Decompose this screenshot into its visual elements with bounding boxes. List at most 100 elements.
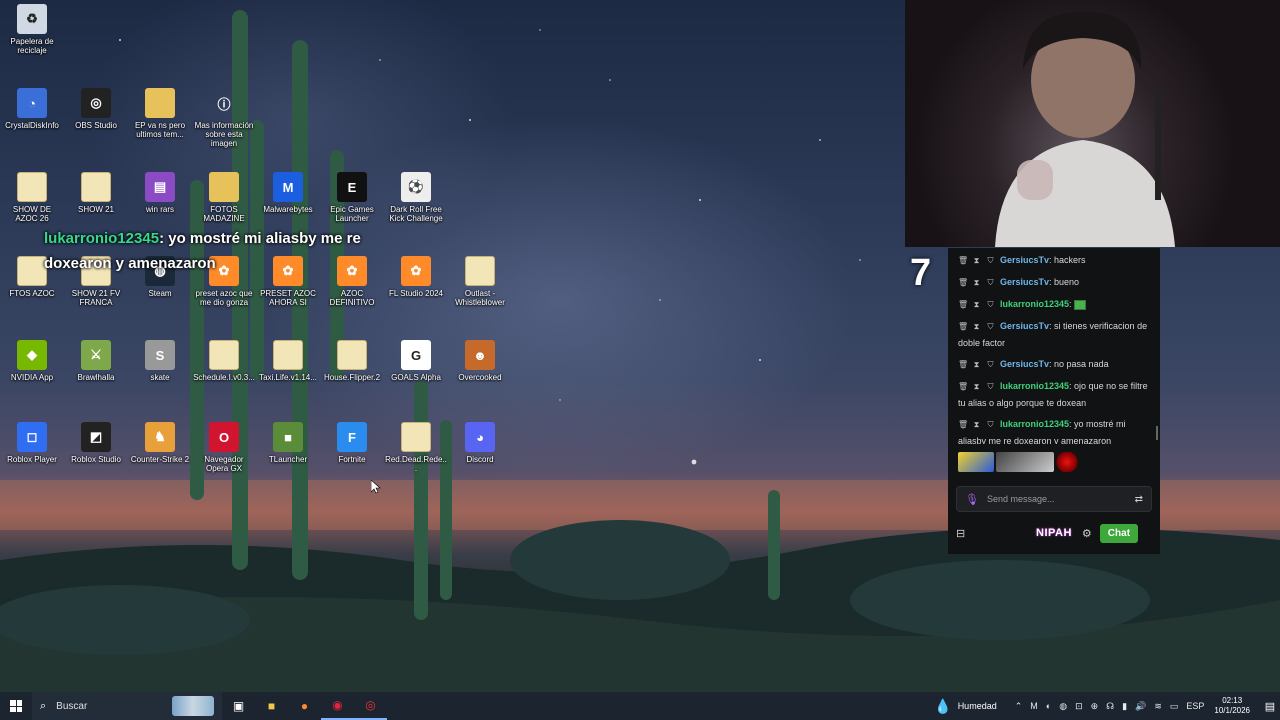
chat-username[interactable]: lukarronio12345: [1000, 299, 1069, 309]
taskbar-obs[interactable]: ◎: [354, 692, 387, 720]
desktop-icon[interactable]: House.Flipper.2: [321, 340, 383, 382]
moderation-icons[interactable]: 🗑 ⧗ ⛉: [958, 299, 1000, 309]
chat-input[interactable]: 🎙 Send message... ⇄: [956, 486, 1152, 512]
desktop-icon[interactable]: ⓘ Mas información sobre esta imagen: [193, 88, 255, 149]
gift-icon[interactable]: ⊟: [956, 527, 974, 540]
delete-icon[interactable]: 🗑: [958, 297, 968, 313]
desktop-icon[interactable]: ■ TLauncher: [257, 422, 319, 464]
headset-icon[interactable]: ☊: [1106, 701, 1114, 712]
desktop-icon[interactable]: O Navegador Opera GX: [193, 422, 255, 473]
chat-username[interactable]: lukarronio12345: [1000, 419, 1069, 429]
desktop-icon[interactable]: Outlast - Whistleblower: [449, 256, 511, 307]
shield-icon[interactable]: ⛉: [986, 275, 995, 291]
moderation-icons[interactable]: 🗑 ⧗ ⛉: [958, 381, 1000, 391]
taskbar-search[interactable]: ⌕ Buscar: [32, 692, 222, 720]
desktop-icon-label: Papelera de reciclaje: [10, 37, 54, 55]
desktop-icon[interactable]: ☻ Overcooked: [449, 340, 511, 382]
chat-username[interactable]: lukarronio12345: [1000, 381, 1069, 391]
emote-icon[interactable]: [958, 452, 994, 472]
desktop-icon[interactable]: ⚔ Brawlhalla: [65, 340, 127, 382]
language-indicator[interactable]: ESP: [1186, 701, 1204, 711]
notification-icon[interactable]: ▤: [1260, 700, 1280, 713]
start-button[interactable]: [0, 692, 32, 720]
emote-picker-icon[interactable]: ⇄: [1135, 494, 1143, 505]
timeout-icon[interactable]: ⧗: [972, 275, 981, 291]
moderation-icons[interactable]: 🗑 ⧗ ⛉: [958, 277, 1000, 287]
chat-input-placeholder[interactable]: Send message...: [987, 494, 1135, 504]
chat-username[interactable]: GersiucsTv: [1000, 255, 1049, 265]
wifi-icon[interactable]: ≋: [1154, 701, 1162, 712]
shield-icon[interactable]: ⛉: [986, 379, 995, 395]
emote-icon[interactable]: [996, 452, 1054, 472]
shield-icon[interactable]: ⛉: [986, 319, 995, 335]
delete-icon[interactable]: 🗑: [958, 357, 968, 373]
security-icon[interactable]: ⊕: [1091, 701, 1099, 712]
desktop-icon[interactable]: EP va ns pero ultimos tem...: [129, 88, 191, 139]
microphone-tray-icon[interactable]: ▮: [1122, 701, 1127, 712]
steam-tray-icon[interactable]: ◍: [1059, 701, 1067, 712]
delete-icon[interactable]: 🗑: [958, 417, 968, 433]
clock[interactable]: 02:13 10/1/2026: [1214, 696, 1250, 716]
battery-icon[interactable]: ▭: [1170, 701, 1179, 712]
timeout-icon[interactable]: ⧗: [972, 297, 981, 313]
discord-tray-icon[interactable]: ◐: [1046, 701, 1051, 711]
moderation-icons[interactable]: 🗑 ⧗ ⛉: [958, 359, 1000, 369]
delete-icon[interactable]: 🗑: [958, 253, 968, 269]
usb-icon[interactable]: ⊡: [1075, 701, 1083, 712]
shield-icon[interactable]: ⛉: [986, 357, 995, 373]
desktop-icon[interactable]: M Malwarebytes: [257, 172, 319, 214]
chat-scrollbar[interactable]: [1156, 426, 1158, 440]
task-view-button[interactable]: ▣: [222, 692, 255, 720]
taskbar-fl-studio[interactable]: ●: [288, 692, 321, 720]
desktop-icon[interactable]: Red.Dead.Rede...: [385, 422, 447, 473]
desktop-icon[interactable]: ◻ Roblox Player: [1, 422, 63, 464]
desktop-icon[interactable]: FOTOS MADAZINE: [193, 172, 255, 223]
desktop-icon[interactable]: E Epic Games Launcher: [321, 172, 383, 223]
microphone-icon[interactable]: 🎙: [965, 493, 979, 506]
delete-icon[interactable]: 🗑: [958, 275, 968, 291]
desktop-icon[interactable]: ▤ win rars: [129, 172, 191, 214]
timeout-icon[interactable]: ⧗: [972, 379, 981, 395]
shield-icon[interactable]: ⛉: [986, 253, 995, 269]
weather-widget[interactable]: 💧 Humedad: [934, 698, 996, 715]
desktop-icon[interactable]: ♻ Papelera de reciclaje: [1, 4, 63, 55]
shield-icon[interactable]: ⛉: [986, 417, 995, 433]
gear-icon[interactable]: ⚙: [1082, 527, 1092, 540]
moderation-icons[interactable]: 🗑 ⧗ ⛉: [958, 255, 1000, 265]
chat-username[interactable]: GersiucsTv: [1000, 359, 1049, 369]
desktop-icon[interactable]: Schedule.I.v0.3...: [193, 340, 255, 382]
desktop-icon[interactable]: SHOW 21: [65, 172, 127, 214]
emote-icon[interactable]: [1056, 452, 1078, 472]
delete-icon[interactable]: 🗑: [958, 319, 968, 335]
timeout-icon[interactable]: ⧗: [972, 319, 981, 335]
nipah-brand[interactable]: NIPAH: [1036, 527, 1072, 539]
malwarebytes-tray-icon[interactable]: M: [1030, 701, 1038, 711]
timeout-icon[interactable]: ⧗: [972, 417, 981, 433]
desktop-icon[interactable]: ◩ Roblox Studio: [65, 422, 127, 464]
moderation-icons[interactable]: 🗑 ⧗ ⛉: [958, 419, 1000, 429]
chat-message-list[interactable]: 🗑 ⧗ ⛉ GersiucsTv: hackers 🗑 ⧗ ⛉ GersiucsTv: bue…: [948, 248, 1160, 444]
chevron-up-icon[interactable]: ⌃: [1015, 701, 1023, 712]
desktop-icon[interactable]: ♞ Counter-Strike 2: [129, 422, 191, 464]
desktop-icon[interactable]: ◎ OBS Studio: [65, 88, 127, 130]
desktop-icon[interactable]: F Fortnite: [321, 422, 383, 464]
desktop-icon[interactable]: ◔ CrystalDiskInfo: [1, 88, 63, 130]
desktop-icon[interactable]: G GOALS Alpha: [385, 340, 447, 382]
desktop-icon[interactable]: SHOW DE AZOC 26: [1, 172, 63, 223]
taskbar-opera-gx[interactable]: ◉: [321, 692, 354, 720]
desktop-icon[interactable]: Sskate: [129, 340, 191, 382]
chat-username[interactable]: GersiucsTv: [1000, 321, 1049, 331]
timeout-icon[interactable]: ⧗: [972, 357, 981, 373]
timeout-icon[interactable]: ⧗: [972, 253, 981, 269]
desktop-icon[interactable]: ◆ NVIDIA App: [1, 340, 63, 382]
delete-icon[interactable]: 🗑: [958, 379, 968, 395]
speaker-icon[interactable]: 🔊: [1135, 701, 1146, 712]
desktop-icon[interactable]: ⚽ Dark Roll Free Kick Challenge: [385, 172, 447, 223]
desktop-icon[interactable]: ◕ Discord: [449, 422, 511, 464]
taskbar-file-explorer[interactable]: ■: [255, 692, 288, 720]
desktop-icon[interactable]: Taxi.Life.v1.14...: [257, 340, 319, 382]
shield-icon[interactable]: ⛉: [986, 297, 995, 313]
moderation-icons[interactable]: 🗑 ⧗ ⛉: [958, 321, 1000, 331]
chat-username[interactable]: GersiucsTv: [1000, 277, 1049, 287]
chat-send-button[interactable]: Chat: [1099, 523, 1139, 543]
